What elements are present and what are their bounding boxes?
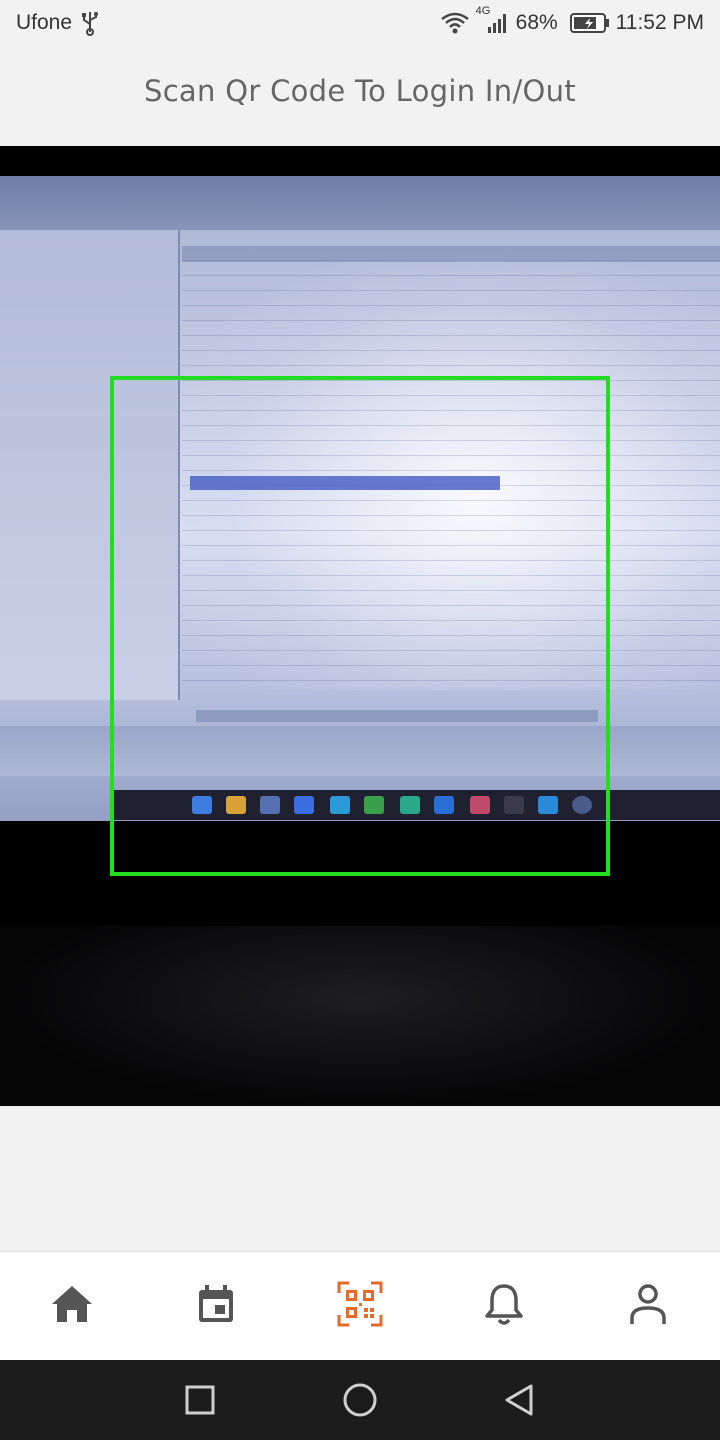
home-icon xyxy=(52,1286,92,1322)
recents-icon xyxy=(185,1385,215,1415)
nav-notifications[interactable] xyxy=(480,1280,528,1328)
carrier-name: Ufone xyxy=(16,11,73,34)
recents-button[interactable] xyxy=(180,1380,220,1420)
bottom-navigation xyxy=(0,1252,720,1360)
qr-scan-icon xyxy=(337,1281,383,1327)
battery-percent: 68% xyxy=(515,11,558,34)
calendar-icon xyxy=(199,1285,233,1322)
status-indicators: 4G 68% 11:52 PM xyxy=(440,5,704,35)
back-icon xyxy=(505,1384,533,1416)
system-navigation-bar xyxy=(0,1360,720,1440)
camera-feed-keyboard xyxy=(0,926,720,1106)
network-type: 4G xyxy=(475,5,491,17)
camera-preview xyxy=(0,146,720,1106)
wifi-icon xyxy=(440,12,470,34)
home-circle-icon xyxy=(343,1383,377,1417)
home-system-button[interactable] xyxy=(340,1380,380,1420)
nav-calendar[interactable] xyxy=(192,1280,240,1328)
page-header: Scan Qr Code To Login In/Out xyxy=(0,48,720,146)
page-title: Scan Qr Code To Login In/Out xyxy=(143,74,577,108)
usb-icon xyxy=(80,10,100,36)
profile-icon xyxy=(630,1284,666,1324)
status-bar: Ufone 4G 68% 11:52 PM xyxy=(0,0,720,48)
nav-qr-scan[interactable] xyxy=(336,1280,384,1328)
camera-feed-toolbar xyxy=(0,176,720,230)
qr-scan-frame xyxy=(110,376,610,876)
nav-profile[interactable] xyxy=(624,1280,672,1328)
back-button[interactable] xyxy=(500,1380,540,1420)
bell-icon xyxy=(485,1284,523,1325)
nav-home[interactable] xyxy=(48,1280,96,1328)
battery-icon xyxy=(569,12,610,34)
clock: 11:52 PM xyxy=(615,11,704,34)
signal-icon: 4G xyxy=(476,5,510,35)
